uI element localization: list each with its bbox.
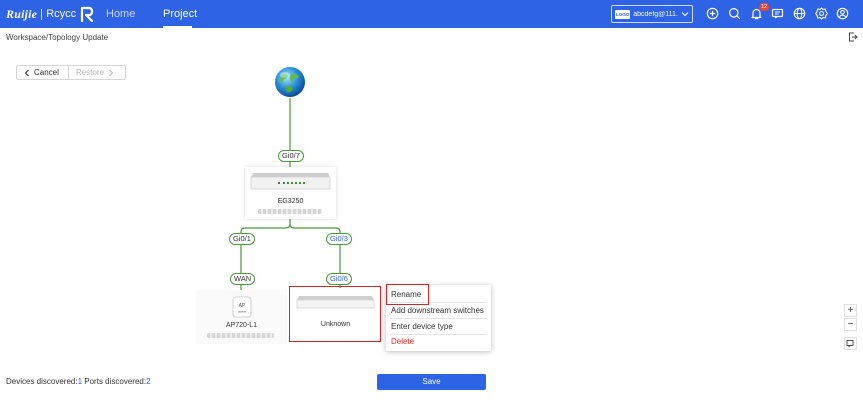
port-label-device-link-2: Gi0/6 [326, 273, 352, 285]
ports-discovered-count: 2 [146, 377, 151, 386]
save-button[interactable]: Save [377, 374, 486, 390]
menu-item-delete[interactable]: Delete [391, 337, 414, 346]
gateway-device-card[interactable]: EG3250 [245, 167, 336, 219]
port-label-gateway-link-2: Gi0/3 [326, 233, 352, 245]
menu-item-add-downstream-switches[interactable]: Add downstream switches [391, 306, 484, 315]
internet-globe-icon [275, 67, 305, 97]
fit-view-icon [846, 340, 854, 348]
rename-highlight [386, 284, 429, 305]
menu-item-enter-device-type[interactable]: Enter device type [391, 322, 453, 331]
zoom-out-button[interactable]: − [844, 318, 857, 331]
port-label-gateway-link-1: Gi0/1 [229, 233, 255, 245]
devices-discovered-label: Devices discovered: [6, 377, 78, 386]
discovery-summary: Devices discovered:1 Ports discovered:2 [6, 377, 151, 386]
fit-view-button[interactable] [844, 337, 857, 350]
menu-divider [390, 318, 487, 319]
ap-device-card[interactable]: AP AP720-L1 [196, 290, 287, 344]
ap-model: AP720-L1 [225, 322, 258, 329]
port-label-ap-wan: WAN [230, 273, 256, 285]
access-point-icon: AP [232, 296, 252, 318]
selected-device-highlight [289, 286, 381, 342]
ports-discovered-label: Ports discovered: [82, 377, 147, 386]
port-label-gateway-uplink: Gi0/7 [278, 150, 304, 162]
ap-serial-masked [207, 333, 274, 338]
zoom-in-button[interactable]: + [844, 304, 857, 317]
gateway-serial-masked [258, 209, 322, 214]
menu-divider [390, 334, 487, 335]
gateway-device-icon [250, 173, 331, 190]
gateway-model: EG3250 [277, 198, 304, 205]
ap-badge: AP [239, 303, 246, 309]
